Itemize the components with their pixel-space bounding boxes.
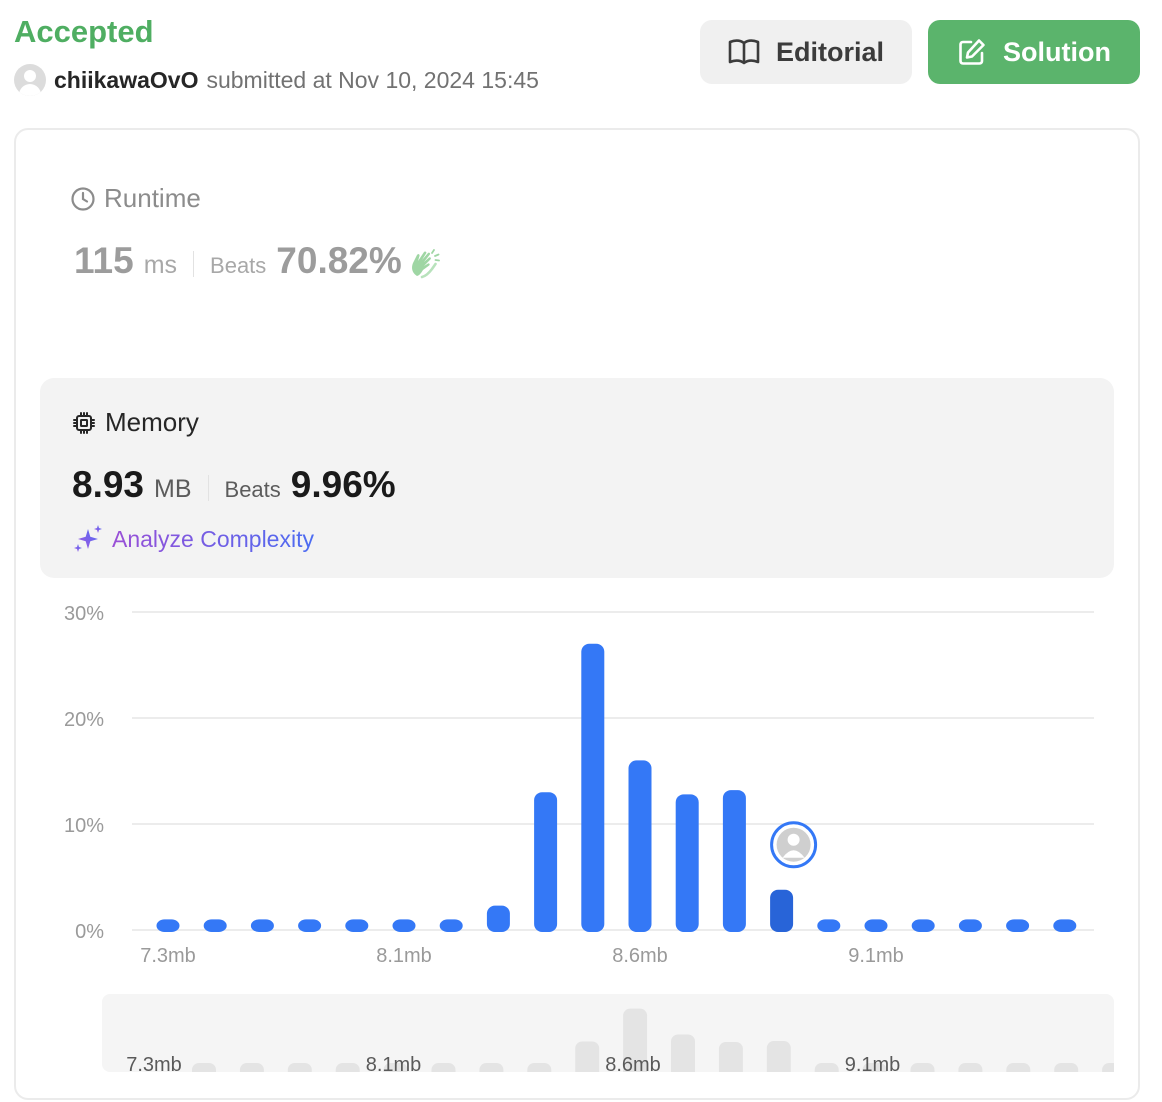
memory-stats: 8.93 MB Beats 9.96% [72, 464, 396, 512]
runtime-stats: 115 ms Beats 70.82% [74, 240, 440, 288]
submission-info: chiikawaOvO submitted at Nov 10, 2024 15… [14, 64, 539, 96]
memory-bar [911, 919, 935, 932]
x-tick-label: 9.1mb [848, 945, 904, 967]
navigator-bar [479, 1063, 504, 1072]
navigator-x-tick-label: 8.1mb [366, 1054, 422, 1072]
memory-value: 8.93 [72, 464, 145, 505]
navigator-bar [287, 1063, 312, 1072]
solution-label: Solution [1003, 36, 1111, 67]
status-accepted: Accepted [14, 14, 154, 49]
book-open-icon [728, 39, 760, 65]
navigator-bar [814, 1063, 839, 1072]
memory-bar [392, 919, 416, 932]
chip-icon [73, 411, 95, 434]
memory-bar [203, 919, 227, 932]
memory-bar [345, 919, 369, 932]
navigator-chart[interactable]: 7.3mb 8.1mb 8.6mb 9.1mb [102, 994, 1114, 1072]
edit-icon [959, 39, 985, 65]
navigator-bar [527, 1063, 552, 1072]
y-tick-label: 30% [64, 603, 104, 625]
memory-unit: MB [154, 475, 192, 503]
runtime-unit: ms [143, 251, 178, 279]
memory-bar [628, 760, 652, 932]
submitted-time: submitted at Nov 10, 2024 15:45 [206, 66, 539, 93]
navigator-bar [1006, 1063, 1031, 1072]
navigator-bar [1102, 1063, 1114, 1072]
memory-bar [439, 919, 463, 932]
memory-bar [156, 919, 180, 932]
editorial-label: Editorial [775, 36, 884, 67]
navigator-bar [335, 1063, 360, 1072]
clapping-hands-icon [411, 249, 440, 279]
memory-bar [486, 905, 510, 932]
user-avatar-marker [770, 821, 818, 869]
x-tick-label: 8.6mb [612, 945, 668, 967]
navigator-x-tick-label: 8.6mb [605, 1054, 661, 1072]
navigator-x-tick-label: 7.3mb [126, 1054, 182, 1072]
navigator-bar [1054, 1063, 1079, 1072]
navigator-bar [718, 1041, 743, 1072]
navigator-x-tick-label: 9.1mb [845, 1054, 901, 1072]
y-tick-label: 10% [64, 815, 104, 837]
memory-bar [1006, 919, 1030, 932]
runtime-value: 115 [74, 240, 134, 281]
navigator-bar [192, 1063, 216, 1072]
memory-header: Memory [72, 407, 199, 438]
memory-bar [958, 919, 982, 932]
clock-icon [71, 186, 95, 211]
memory-bar [581, 643, 605, 932]
navigator-bar [239, 1063, 264, 1072]
memory-beats-value: 9.96% [290, 464, 396, 505]
navigator-bar [910, 1063, 935, 1072]
memory-distribution-chart[interactable]: 30% 20% 10% 0% 7.3mb 8.1mb 8.6mb 9.1mb [0, 590, 1162, 980]
marker-avatar-head [787, 833, 800, 846]
solution-button[interactable]: Solution [928, 20, 1140, 84]
runtime-beats-value: 70.82% [276, 240, 402, 281]
navigator-bar [671, 1034, 695, 1072]
y-tick-label: 20% [64, 709, 104, 731]
memory-beats-label: Beats [224, 477, 281, 502]
divider [207, 475, 209, 501]
avatar[interactable] [14, 64, 46, 96]
memory-bar [864, 919, 888, 932]
navigator-bar [958, 1063, 983, 1072]
x-tick-label: 7.3mb [140, 945, 196, 967]
memory-bar [722, 790, 746, 932]
memory-bar [1053, 919, 1077, 932]
editorial-button[interactable]: Editorial [700, 20, 912, 84]
navigator-bar [766, 1041, 791, 1072]
sparkles-icon [74, 525, 102, 552]
divider [193, 251, 195, 277]
y-tick-label: 0% [75, 921, 104, 943]
runtime-label: Runtime [104, 183, 201, 213]
navigator-bar [431, 1063, 456, 1072]
username[interactable]: chiikawaOvO [54, 67, 198, 94]
memory-label: Memory [105, 407, 199, 437]
runtime-header[interactable]: Runtime [70, 183, 201, 214]
memory-bar [250, 919, 274, 932]
runtime-beats-label: Beats [210, 253, 267, 278]
analyze-complexity-label: Analyze Complexity [112, 525, 314, 552]
memory-bar [817, 919, 841, 932]
x-tick-label: 8.1mb [376, 945, 432, 967]
memory-bar [675, 794, 699, 932]
navigator-bar [575, 1041, 600, 1072]
memory-bar [534, 792, 558, 932]
memory-bar [298, 919, 322, 932]
analyze-complexity-link[interactable]: Analyze Complexity [72, 522, 314, 556]
user-memory-bar [770, 889, 794, 932]
